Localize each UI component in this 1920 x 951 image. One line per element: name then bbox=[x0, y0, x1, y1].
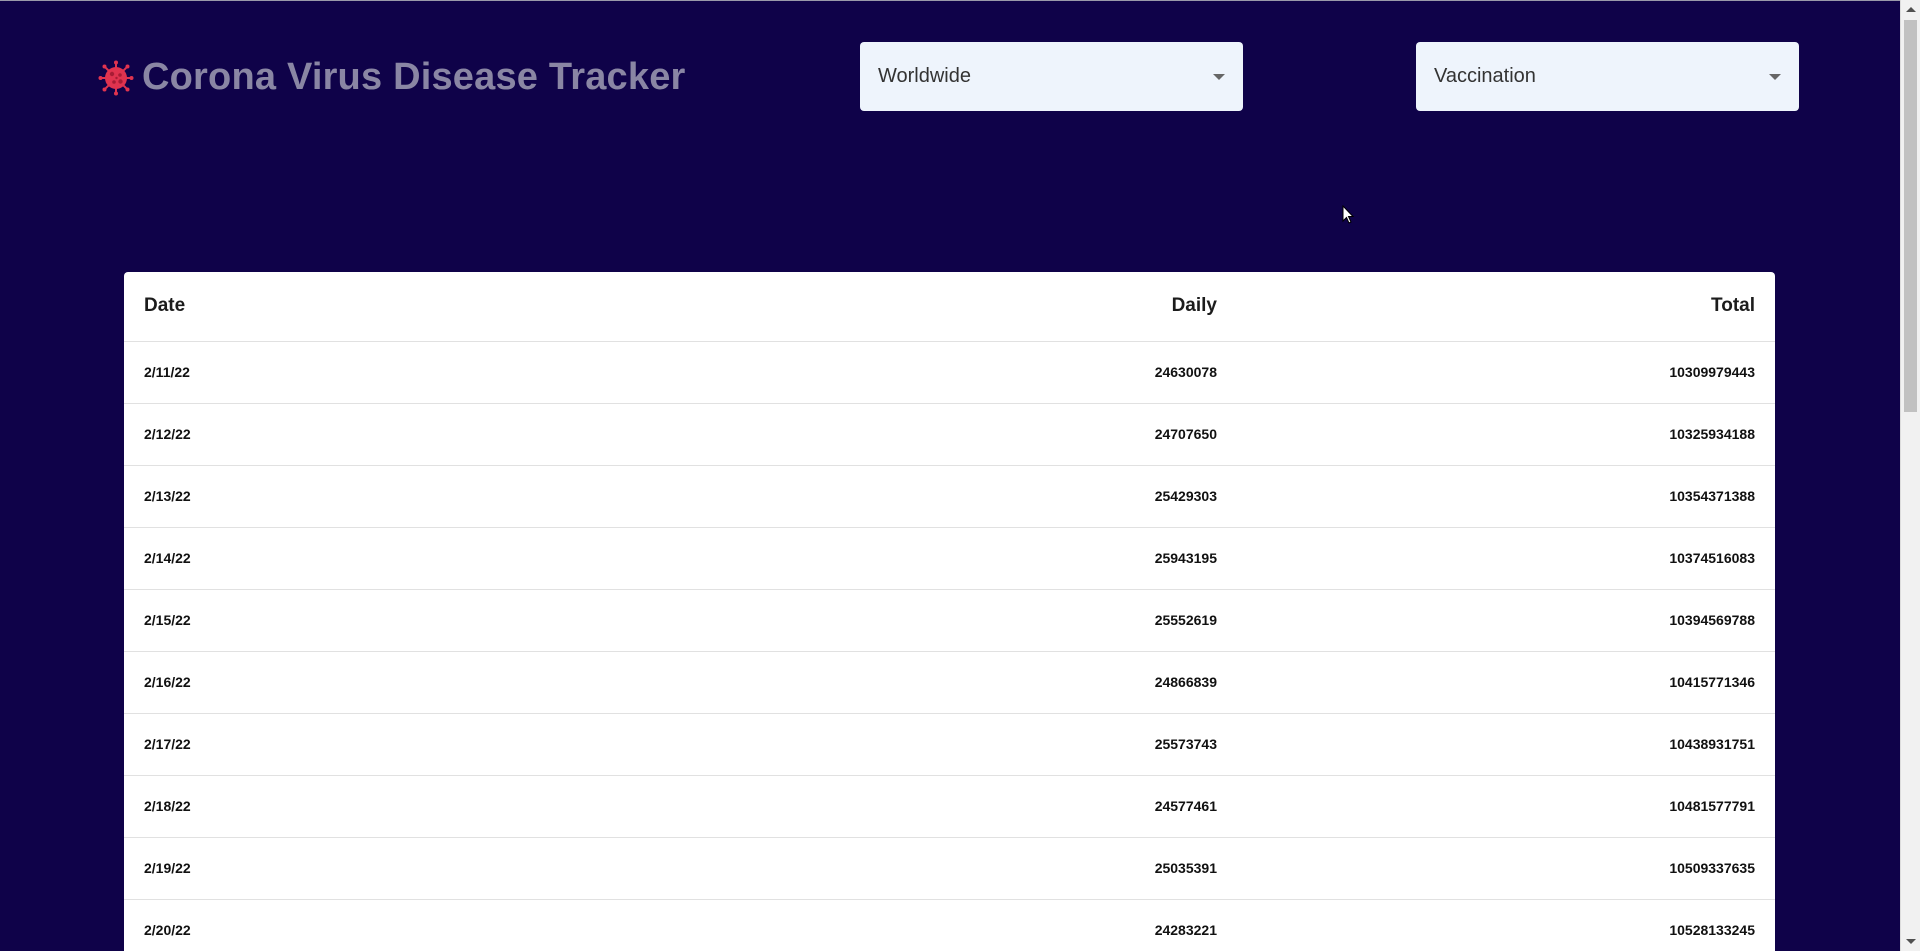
virus-icon bbox=[98, 60, 134, 95]
cell-date: 2/19/22 bbox=[124, 837, 697, 900]
table-row: 2/16/22 24866839 10415771346 bbox=[124, 651, 1775, 714]
cell-daily: 24630078 bbox=[697, 341, 1237, 404]
metric-select[interactable]: Vaccination bbox=[1416, 42, 1799, 111]
cell-daily: 25943195 bbox=[697, 527, 1237, 590]
cell-date: 2/12/22 bbox=[124, 403, 697, 466]
cell-daily: 25573743 bbox=[697, 713, 1237, 776]
table-row: 2/19/22 25035391 10509337635 bbox=[124, 837, 1775, 900]
vertical-scrollbar[interactable] bbox=[1900, 0, 1920, 951]
cell-total: 10528133245 bbox=[1237, 899, 1775, 951]
caret-down-icon bbox=[1769, 73, 1781, 80]
scrollbar-thumb[interactable] bbox=[1904, 20, 1917, 412]
cell-date: 2/17/22 bbox=[124, 713, 697, 776]
cell-daily: 25035391 bbox=[697, 837, 1237, 900]
cell-date: 2/14/22 bbox=[124, 527, 697, 590]
cell-date: 2/16/22 bbox=[124, 651, 697, 714]
cell-total: 10354371388 bbox=[1237, 465, 1775, 528]
table-row: 2/20/22 24283221 10528133245 bbox=[124, 899, 1775, 951]
cell-daily: 24707650 bbox=[697, 403, 1237, 466]
cell-total: 10415771346 bbox=[1237, 651, 1775, 714]
cell-daily: 24577461 bbox=[697, 775, 1237, 838]
country-select[interactable]: Worldwide bbox=[860, 42, 1243, 111]
data-table: Date Daily Total 2/11/22 24630078 103099… bbox=[124, 272, 1775, 951]
column-header-daily: Daily bbox=[697, 272, 1237, 342]
metric-select-value: Vaccination bbox=[1434, 65, 1536, 87]
app-title: Corona Virus Disease Tracker bbox=[142, 56, 686, 98]
caret-down-icon bbox=[1213, 73, 1225, 80]
cell-daily: 25429303 bbox=[697, 465, 1237, 528]
table-row: 2/11/22 24630078 10309979443 bbox=[124, 341, 1775, 404]
app-logo: Corona Virus Disease Tracker bbox=[98, 56, 686, 99]
cell-date: 2/18/22 bbox=[124, 775, 697, 838]
table-row: 2/13/22 25429303 10354371388 bbox=[124, 465, 1775, 528]
table-row: 2/14/22 25943195 10374516083 bbox=[124, 527, 1775, 590]
page: Corona Virus Disease Tracker Worldwide V… bbox=[0, 0, 1900, 951]
data-table-card: Date Daily Total 2/11/22 24630078 103099… bbox=[124, 272, 1775, 951]
table-row: 2/17/22 25573743 10438931751 bbox=[124, 713, 1775, 776]
cell-date: 2/13/22 bbox=[124, 465, 697, 528]
cell-total: 10325934188 bbox=[1237, 403, 1775, 466]
cell-total: 10509337635 bbox=[1237, 837, 1775, 900]
cell-total: 10438931751 bbox=[1237, 713, 1775, 776]
cell-date: 2/15/22 bbox=[124, 589, 697, 652]
table-row: 2/12/22 24707650 10325934188 bbox=[124, 403, 1775, 466]
column-header-total: Total bbox=[1237, 272, 1775, 342]
cell-total: 10309979443 bbox=[1237, 341, 1775, 404]
cell-date: 2/11/22 bbox=[124, 341, 697, 404]
scroll-up-arrow-icon[interactable] bbox=[1906, 7, 1916, 12]
cell-total: 10374516083 bbox=[1237, 527, 1775, 590]
table-header-row: Date Daily Total bbox=[124, 272, 1775, 342]
mouse-cursor-icon bbox=[1342, 205, 1355, 224]
table-row: 2/15/22 25552619 10394569788 bbox=[124, 589, 1775, 652]
cell-total: 10481577791 bbox=[1237, 775, 1775, 838]
country-select-value: Worldwide bbox=[878, 65, 971, 87]
cell-daily: 25552619 bbox=[697, 589, 1237, 652]
cell-date: 2/20/22 bbox=[124, 899, 697, 951]
cell-total: 10394569788 bbox=[1237, 589, 1775, 652]
column-header-date: Date bbox=[124, 272, 697, 342]
cell-daily: 24866839 bbox=[697, 651, 1237, 714]
table-row: 2/18/22 24577461 10481577791 bbox=[124, 775, 1775, 838]
scroll-down-arrow-icon[interactable] bbox=[1906, 939, 1916, 944]
cell-daily: 24283221 bbox=[697, 899, 1237, 951]
